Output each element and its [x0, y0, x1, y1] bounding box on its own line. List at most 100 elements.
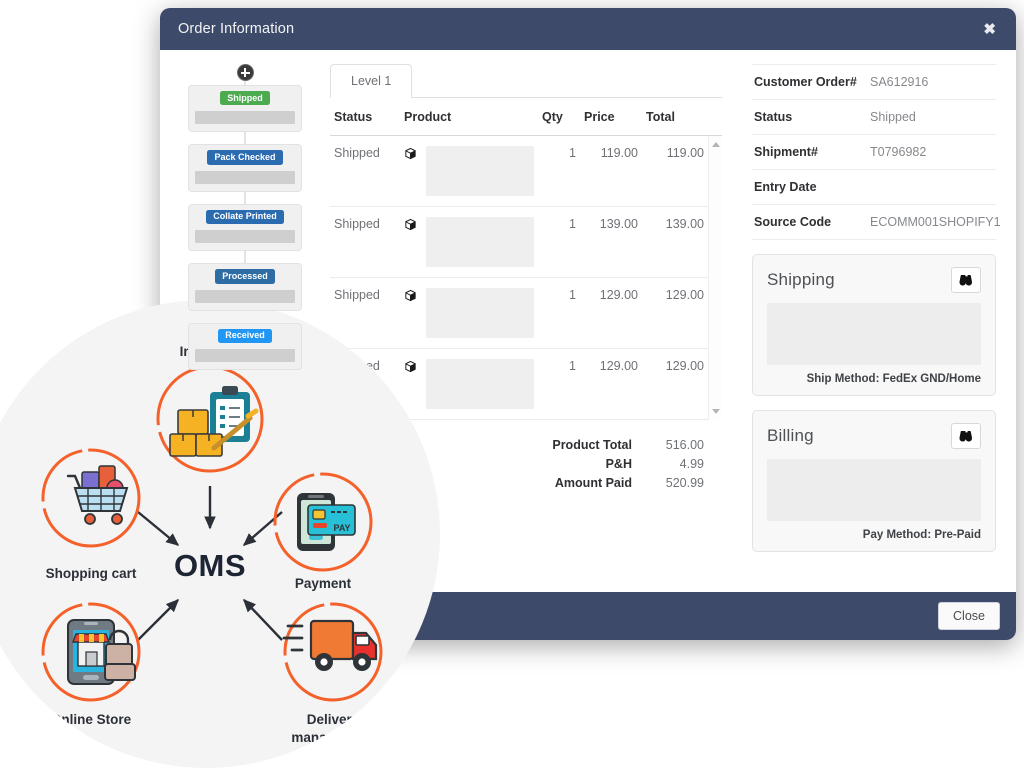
shipping-card-header: Shipping	[767, 267, 981, 293]
tab-level-1[interactable]: Level 1	[330, 64, 413, 98]
redacted-product-name	[426, 359, 534, 409]
node-label-delivery-management-line1: Delivery	[307, 712, 360, 727]
oms-diagram-svg: OMS Inventory	[41, 344, 383, 745]
delivery-truck-icon	[282, 619, 378, 671]
table-header-row: Status Product Qty Price Total	[330, 98, 722, 136]
total-value: 4.99	[679, 456, 704, 471]
total-value: 520.99	[665, 475, 704, 490]
cell-status: Shipped	[330, 206, 400, 278]
redacted-product-name	[426, 217, 534, 267]
timeline-step[interactable]: Processed	[188, 263, 302, 311]
billing-card-header: Billing	[767, 423, 981, 449]
detail-value: SA612916	[870, 75, 929, 89]
binoculars-icon[interactable]	[951, 267, 981, 293]
detail-row-customer-order: Customer Order# SA612916	[752, 64, 996, 100]
cell-price: 119.00	[580, 135, 642, 207]
cell-price: 139.00	[580, 206, 642, 278]
node-label-shopping-cart: Shopping cart	[46, 566, 137, 581]
timeline-step[interactable]: Pack Checked	[188, 144, 302, 192]
detail-key: Entry Date	[754, 180, 817, 194]
detail-value: ECOMM001SHOPIFY1	[870, 215, 1001, 229]
items-table-scrollbar[interactable]	[708, 136, 722, 420]
cell-qty: 1	[538, 348, 580, 420]
cell-qty: 1	[538, 206, 580, 278]
ship-method-label: Ship Method: FedEx GND/Home	[806, 373, 981, 385]
detail-key: Status	[754, 110, 793, 124]
node-label-payment: Payment	[295, 576, 352, 591]
detail-value: T0796982	[870, 145, 927, 159]
diagram-node-online-store: Online Store	[41, 602, 141, 727]
oms-center-label: OMS	[174, 548, 246, 583]
total-value: 516.00	[665, 438, 704, 452]
detail-value: Shipped	[870, 110, 916, 124]
scroll-down-icon[interactable]	[709, 405, 722, 418]
redacted-product-name	[426, 146, 534, 196]
timeline-step[interactable]: Collate Printed	[188, 203, 302, 252]
timeline-step[interactable]: Received	[188, 322, 302, 371]
billing-card-title: Billing	[767, 426, 814, 445]
package-icon	[404, 147, 417, 163]
cell-product	[400, 206, 538, 278]
column-header-total: Total	[642, 98, 722, 136]
redacted-field	[195, 170, 295, 184]
redacted-billing-address	[767, 459, 981, 521]
cell-status: Shipped	[330, 135, 400, 207]
order-detail-panel: Customer Order# SA612916 Status Shipped …	[738, 50, 1016, 592]
cell-qty: 1	[538, 135, 580, 207]
total-label: Amount Paid	[554, 475, 632, 490]
table-row[interactable]: Shipped 1 119.00 119.00	[330, 135, 722, 207]
tab-strip: Level 1	[330, 64, 722, 98]
plus-circle-icon[interactable]	[236, 64, 254, 81]
table-row[interactable]: Shipped 1 139.00 139.00	[330, 206, 722, 278]
close-icon[interactable]: ✖	[979, 20, 1000, 39]
shipping-card-title: Shipping	[767, 270, 835, 289]
column-header-qty: Qty	[538, 98, 580, 136]
page-title: Order Information	[178, 21, 295, 37]
mobile-payment-card-icon: PAY	[297, 493, 356, 551]
oms-diagram-overlay: OMS Inventory	[0, 300, 440, 768]
redacted-field	[195, 349, 295, 363]
pay-method-label: Pay Method: Pre-Paid	[862, 529, 981, 541]
detail-row-shipment: Shipment# T0796982	[752, 135, 996, 170]
node-label-delivery-management-line2: management	[291, 730, 375, 745]
cell-price: 129.00	[580, 277, 642, 349]
column-header-status: Status	[330, 98, 400, 136]
detail-key: Source Code	[754, 215, 832, 229]
detail-key: Customer Order#	[754, 75, 857, 89]
inventory-boxes-clipboard-icon	[169, 386, 259, 457]
package-icon	[404, 218, 417, 234]
diagram-node-delivery-management: Delivery management	[282, 602, 383, 745]
redacted-shipping-address	[767, 303, 981, 365]
timeline-step[interactable]: Shipped	[188, 85, 302, 133]
diagram-node-payment: PAY Payment	[273, 472, 373, 591]
status-badge: Collate Printed	[206, 209, 284, 225]
status-badge: Pack Checked	[207, 150, 283, 165]
column-header-price: Price	[580, 98, 642, 136]
redacted-field	[195, 230, 295, 244]
detail-key: Shipment#	[754, 145, 818, 159]
binoculars-icon[interactable]	[951, 423, 981, 449]
cell-price: 129.00	[580, 348, 642, 420]
timeline-steps: Shipped Pack Checked Collate Printed Pro…	[160, 85, 330, 371]
detail-row-source-code: Source Code ECOMM001SHOPIFY1	[752, 205, 1001, 240]
cell-qty: 1	[538, 277, 580, 349]
redacted-product-name	[426, 288, 534, 338]
redacted-field	[195, 111, 295, 125]
status-badge: Received	[218, 328, 272, 344]
detail-row-status: Status Shipped	[752, 100, 996, 135]
status-badge: Shipped	[220, 91, 270, 106]
diagram-node-shopping-cart: Shopping cart	[41, 448, 141, 581]
node-label-online-store: Online Store	[51, 712, 132, 727]
close-button[interactable]: Close	[938, 602, 1000, 630]
svg-text:PAY: PAY	[333, 523, 350, 533]
total-label: Product Total	[552, 438, 632, 452]
redacted-field	[195, 289, 295, 303]
shipping-card: Shipping Ship Method: FedEx GND/Home	[752, 254, 996, 396]
total-label: P&H	[605, 456, 632, 471]
cell-product	[400, 135, 538, 207]
mobile-storefront-icon	[67, 619, 136, 685]
column-header-product: Product	[400, 98, 538, 136]
scroll-up-icon[interactable]	[709, 138, 722, 151]
modal-header: Order Information ✖	[160, 8, 1016, 50]
status-badge: Processed	[215, 269, 275, 284]
